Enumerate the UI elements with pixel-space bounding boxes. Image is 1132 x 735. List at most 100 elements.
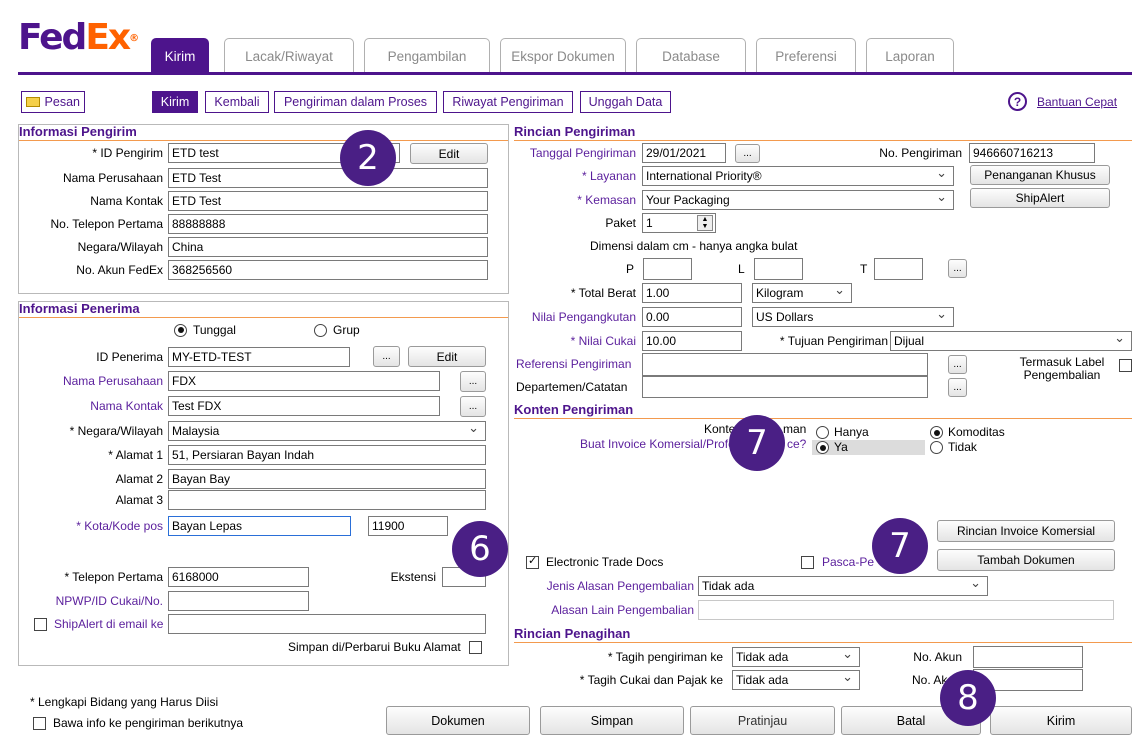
recipient-group-option[interactable]: Grup	[314, 320, 360, 340]
address1-field[interactable]: 51, Persiaran Bayan Indah	[168, 445, 486, 465]
carry-info-option[interactable]: Bawa info ke pengiriman berikutnya	[33, 716, 243, 730]
etd-option[interactable]: Electronic Trade Docs	[526, 552, 663, 572]
recipient-country-select[interactable]: Malaysia	[168, 421, 486, 441]
sender-country-field[interactable]: China	[168, 237, 488, 257]
shipment-section-title: Rincian Pengiriman	[514, 124, 1132, 141]
recipient-contact-lookup-button[interactable]: ...	[460, 396, 486, 417]
sender-phone-field[interactable]: 88888888	[168, 214, 488, 234]
group-radio[interactable]	[314, 323, 327, 337]
reference-lookup-button[interactable]: ...	[948, 355, 967, 374]
dimension-lookup-button[interactable]: ...	[948, 259, 967, 278]
shipalert-email-option[interactable]: ShipAlert di email ke	[34, 614, 163, 634]
contents-hanya-option[interactable]: Hanya	[816, 426, 869, 439]
tab-database[interactable]: Database	[636, 38, 746, 73]
kirim-submit-button[interactable]: Kirim	[990, 706, 1132, 735]
sender-company-field[interactable]: ETD Test	[168, 168, 488, 188]
postcode-field[interactable]: 11900	[368, 516, 448, 536]
tab-lacak-riwayat[interactable]: Lacak/Riwayat	[224, 38, 354, 73]
hanya-radio[interactable]	[816, 426, 829, 439]
save-address-option[interactable]: Simpan di/Perbarui Buku Alamat	[288, 637, 482, 657]
sender-edit-button[interactable]: Edit	[410, 143, 488, 164]
customs-value-field[interactable]: 10.00	[642, 331, 742, 351]
weight-unit-select[interactable]: Kilogram	[752, 283, 852, 303]
ya-radio[interactable]	[816, 441, 829, 454]
shipment-number-field[interactable]: 946660716213	[969, 143, 1095, 163]
city-field[interactable]: Bayan Lepas	[168, 516, 351, 536]
ship-date-field[interactable]: 29/01/2021	[642, 143, 726, 163]
bill-account-field[interactable]	[973, 646, 1083, 668]
other-reason-field[interactable]	[698, 600, 1114, 620]
recipient-edit-button[interactable]: Edit	[408, 346, 486, 367]
shipalert-button[interactable]: ShipAlert	[970, 188, 1110, 208]
dokumen-button[interactable]: Dokumen	[386, 706, 530, 735]
tab-ekspor-dokumen[interactable]: Ekspor Dokumen	[500, 38, 626, 73]
billing-section-title: Rincian Penagihan	[514, 626, 1132, 643]
recipient-company-field[interactable]: FDX	[168, 371, 440, 391]
komoditas-radio[interactable]	[930, 426, 943, 439]
sender-account-field[interactable]: 368256560	[168, 260, 488, 280]
save-address-checkbox[interactable]	[468, 640, 482, 654]
recipient-company-lookup-button[interactable]: ...	[460, 371, 486, 392]
return-reason-select[interactable]: Tidak ada	[698, 576, 988, 596]
tab-preferensi[interactable]: Preferensi	[756, 38, 856, 73]
currency-select[interactable]: US Dollars	[752, 307, 954, 327]
sender-contact-field[interactable]: ETD Test	[168, 191, 488, 211]
add-document-button[interactable]: Tambah Dokumen	[937, 549, 1115, 571]
spinner-icon[interactable]: ▲ ▼	[697, 215, 713, 231]
address3-field[interactable]	[168, 490, 486, 510]
shipment-purpose-select[interactable]: Dijual	[890, 331, 1132, 351]
pasca-option[interactable]: Pasca-Pe	[801, 552, 874, 572]
tab-kirim[interactable]: Kirim	[151, 38, 209, 73]
shipalert-email-field[interactable]	[168, 614, 486, 634]
tab-laporan[interactable]: Laporan	[866, 38, 954, 73]
tidak-radio[interactable]	[930, 441, 943, 454]
riwayat-pengiriman-button[interactable]: Riwayat Pengiriman	[443, 91, 573, 113]
header-divider	[18, 72, 1132, 75]
single-radio[interactable]	[174, 323, 187, 337]
height-field[interactable]	[874, 258, 923, 280]
kirim-action-button[interactable]: Kirim	[152, 91, 198, 113]
pengiriman-dalam-proses-button[interactable]: Pengiriman dalam Proses	[274, 91, 437, 113]
special-handling-button[interactable]: Penanganan Khusus	[970, 165, 1110, 185]
carry-info-checkbox[interactable]	[33, 716, 46, 730]
carriage-value-field[interactable]: 0.00	[642, 307, 742, 327]
pasca-checkbox[interactable]	[801, 555, 814, 569]
recipient-lookup-button[interactable]: ...	[373, 346, 400, 367]
date-picker-button[interactable]: ...	[735, 144, 760, 163]
packaging-select[interactable]: Your Packaging	[642, 190, 954, 210]
length-field[interactable]	[643, 258, 692, 280]
kembali-button[interactable]: Kembali	[205, 91, 269, 113]
pratinjau-button[interactable]: Pratinjau	[690, 706, 835, 735]
shipalert-email-checkbox[interactable]	[34, 617, 47, 631]
invoice-ya-option[interactable]: Ya	[816, 441, 848, 454]
tab-pengambilan[interactable]: Pengambilan	[364, 38, 490, 73]
total-weight-field[interactable]: 1.00	[642, 283, 742, 303]
contents-section-title: Konten Pengiriman	[514, 402, 1132, 419]
recipient-single-option[interactable]: Tunggal	[174, 320, 236, 340]
quick-help-link[interactable]: ? Bantuan Cepat	[1008, 92, 1117, 111]
step-marker-7-documents: 7	[872, 518, 928, 574]
department-lookup-button[interactable]: ...	[948, 378, 967, 397]
pesan-button[interactable]: Pesan	[21, 91, 85, 113]
invoice-tidak-option[interactable]: Tidak	[930, 441, 977, 454]
service-select[interactable]: International Priority®	[642, 166, 954, 186]
width-field[interactable]	[754, 258, 803, 280]
duty-tax-select[interactable]: Tidak ada	[732, 670, 860, 690]
ship-date-label: Tanggal Pengiriman	[529, 146, 636, 160]
recipient-contact-field[interactable]: Test FDX	[168, 396, 440, 416]
etd-checkbox[interactable]	[526, 554, 539, 569]
help-icon: ?	[1008, 92, 1027, 111]
commercial-invoice-button[interactable]: Rincian Invoice Komersial	[937, 520, 1115, 542]
department-field[interactable]	[642, 376, 928, 398]
required-note: * Lengkapi Bidang yang Harus Diisi	[30, 695, 219, 709]
reference-field[interactable]	[642, 353, 928, 376]
address2-field[interactable]: Bayan Bay	[168, 469, 486, 489]
recipient-phone-field[interactable]: 6168000	[168, 567, 309, 587]
npwp-field[interactable]	[168, 591, 309, 611]
recipient-id-field[interactable]: MY-ETD-TEST	[168, 347, 350, 367]
bill-to-select[interactable]: Tidak ada	[732, 647, 860, 667]
return-label-checkbox[interactable]	[1119, 359, 1132, 372]
contents-komoditas-option[interactable]: Komoditas	[930, 426, 1005, 439]
unggah-data-button[interactable]: Unggah Data	[580, 91, 671, 113]
simpan-button[interactable]: Simpan	[540, 706, 684, 735]
